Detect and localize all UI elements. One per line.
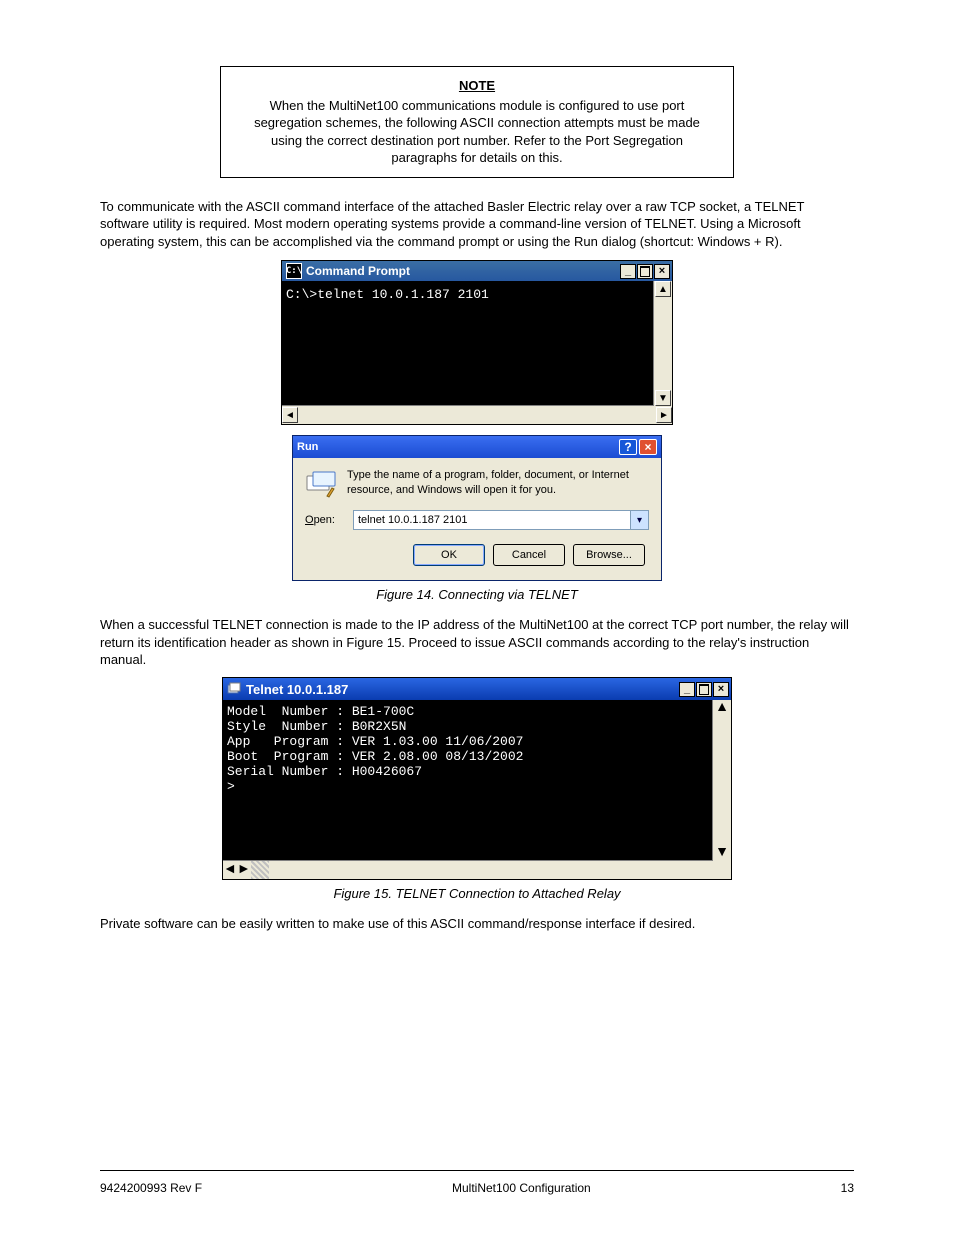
close-button[interactable]: × — [713, 682, 729, 697]
horizontal-scrollbar[interactable]: ◄ ► — [282, 405, 672, 424]
vertical-scrollbar[interactable]: ▲ ▼ — [653, 281, 672, 406]
footer-right: 13 — [841, 1181, 854, 1195]
paragraph-2: When a successful TELNET connection is m… — [100, 616, 854, 669]
scroll-up-icon[interactable]: ▲ — [655, 281, 671, 297]
command-prompt-line: C:\>telnet 10.0.1.187 2101 — [286, 287, 668, 303]
run-icon — [305, 468, 337, 500]
open-input[interactable] — [354, 511, 630, 529]
vertical-scrollbar[interactable]: ▲ ▼ — [712, 700, 731, 861]
maximize-button[interactable] — [637, 264, 653, 279]
command-prompt-window: C:\ Command Prompt _ × C:\>telnet 10.0.1… — [281, 260, 673, 425]
footer-left: 9424200993 Rev F — [100, 1181, 202, 1195]
maximize-button[interactable] — [696, 682, 712, 697]
telnet-titlebar[interactable]: Telnet 10.0.1.187 _ × — [223, 678, 731, 700]
browse-button[interactable]: Browse... — [573, 544, 645, 566]
scroll-left-icon[interactable]: ◄ — [223, 862, 237, 878]
dropdown-icon[interactable]: ▾ — [630, 511, 648, 529]
command-prompt-body[interactable]: C:\>telnet 10.0.1.187 2101 — [282, 281, 672, 405]
command-prompt-title: Command Prompt — [306, 264, 410, 278]
run-dialog: Run ? × Type the name of a program, fold… — [292, 435, 662, 581]
command-prompt-icon: C:\ — [286, 263, 302, 279]
horizontal-scrollbar[interactable]: ◄ ► — [223, 860, 731, 879]
footer-center: MultiNet100 Configuration — [452, 1181, 591, 1195]
telnet-window: Telnet 10.0.1.187 _ × Model Number : BE1… — [222, 677, 732, 880]
command-prompt-titlebar[interactable]: C:\ Command Prompt _ × — [282, 261, 672, 281]
paragraph-3: Private software can be easily written t… — [100, 915, 854, 933]
resize-grip-icon[interactable] — [251, 861, 269, 879]
ok-button[interactable]: OK — [413, 544, 485, 566]
footer-rule — [100, 1170, 854, 1171]
close-button[interactable]: × — [654, 264, 670, 279]
scroll-up-icon[interactable]: ▲ — [715, 700, 729, 716]
figure-15-caption: Figure 15. TELNET Connection to Attached… — [100, 886, 854, 901]
note-text: When the MultiNet100 communications modu… — [254, 98, 700, 166]
page-footer: 9424200993 Rev F MultiNet100 Configurati… — [100, 1181, 854, 1195]
help-button[interactable]: ? — [619, 439, 637, 455]
cancel-button[interactable]: Cancel — [493, 544, 565, 566]
scroll-down-icon[interactable]: ▼ — [715, 845, 729, 861]
telnet-icon — [227, 682, 241, 696]
scroll-left-icon[interactable]: ◄ — [282, 407, 298, 423]
scroll-right-icon[interactable]: ► — [237, 862, 251, 878]
open-label: Open: — [305, 514, 345, 526]
run-title-text: Run — [297, 441, 617, 453]
scroll-right-icon[interactable]: ► — [656, 407, 672, 423]
note-box: NOTE When the MultiNet100 communications… — [220, 66, 734, 178]
close-button[interactable]: × — [639, 439, 657, 455]
minimize-button[interactable]: _ — [620, 264, 636, 279]
run-titlebar[interactable]: Run ? × — [293, 436, 661, 458]
note-title: NOTE — [237, 77, 717, 95]
scroll-down-icon[interactable]: ▼ — [655, 390, 671, 406]
paragraph-1: To communicate with the ASCII command in… — [100, 198, 854, 251]
open-combobox[interactable]: ▾ — [353, 510, 649, 530]
figure-14-caption: Figure 14. Connecting via TELNET — [100, 587, 854, 602]
run-description: Type the name of a program, folder, docu… — [347, 468, 649, 500]
telnet-body[interactable]: Model Number : BE1-700C Style Number : B… — [223, 700, 731, 860]
minimize-button[interactable]: _ — [679, 682, 695, 697]
telnet-title-text: Telnet 10.0.1.187 — [246, 682, 348, 697]
